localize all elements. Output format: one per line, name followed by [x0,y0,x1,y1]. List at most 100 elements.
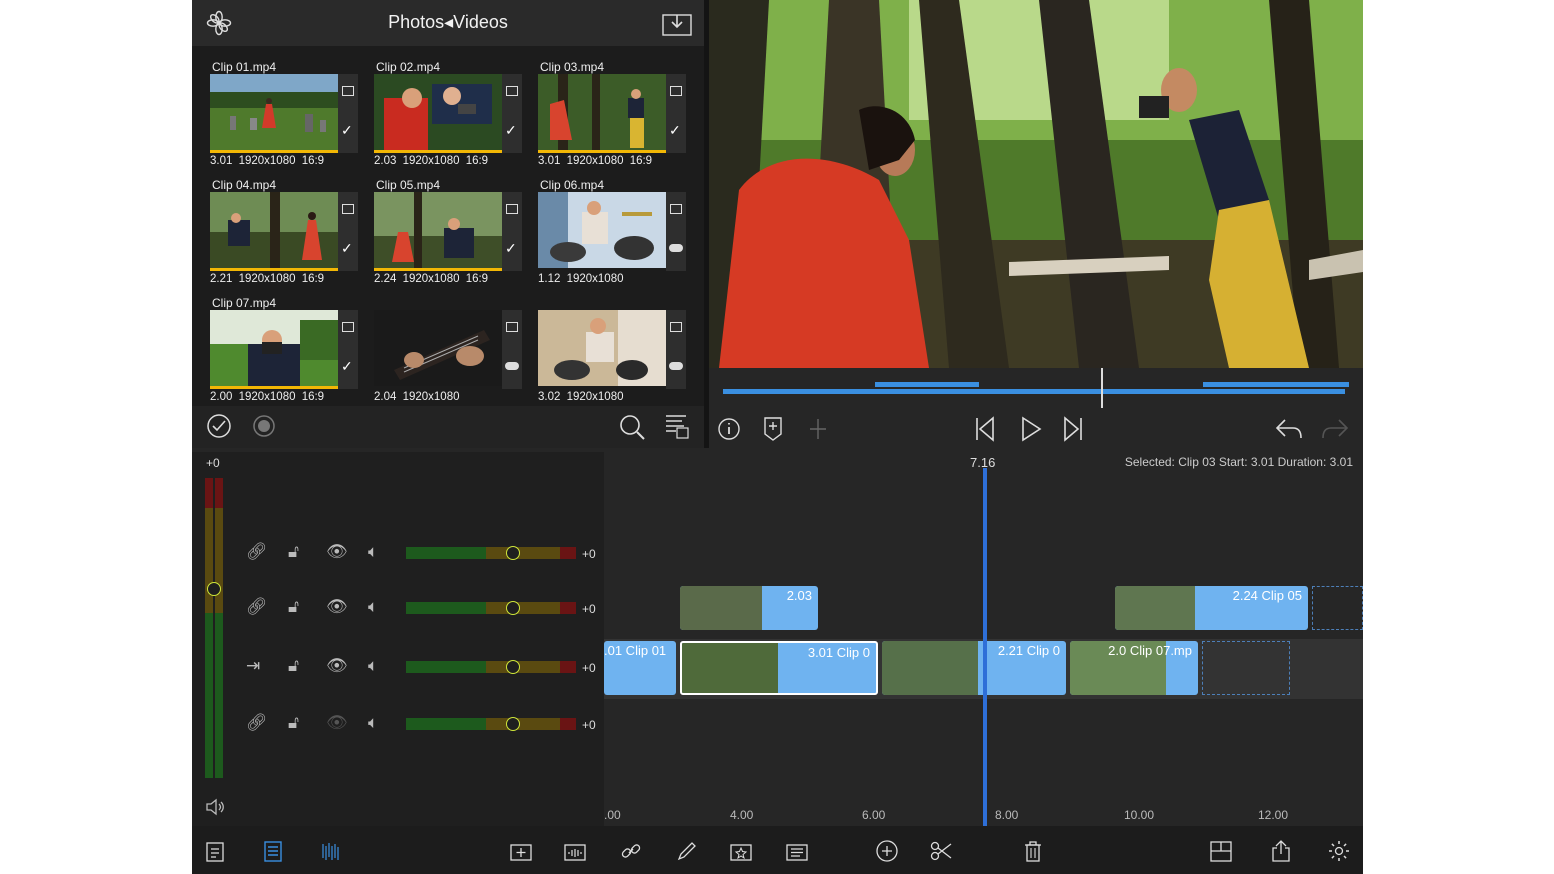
track-list-icon[interactable] [262,840,284,862]
add-circle-icon[interactable] [876,840,898,862]
clip-side-tab [502,310,522,389]
layout-icon[interactable] [1210,840,1232,862]
timeline-clip[interactable]: 2.0 Clip 07.mp [1070,641,1198,695]
fader-knob[interactable] [506,660,520,674]
link-icon[interactable]: 🔗︎ [246,542,268,562]
volume-fader[interactable] [406,601,576,615]
video-icon [506,322,518,332]
info-icon[interactable] [717,417,741,441]
clip-item[interactable]: Clip 07.mp4 ✓ 2.00 1920x1080 16:9 [206,292,358,404]
speaker-icon[interactable]: 🔈︎ [368,713,378,733]
search-icon[interactable] [618,413,646,441]
clip-meta: 3.01 1920x1080 16:9 [210,155,325,167]
scrub-playhead[interactable] [1101,368,1103,408]
link-icon[interactable]: 🔗︎ [246,597,268,617]
lock-icon[interactable]: 🔓︎ [288,597,299,617]
video-icon [342,86,354,96]
check-icon: ✓ [341,358,353,374]
clip-item[interactable]: Clip 01.mp4 ✓ 3.01 1920x1080 16:9 [206,56,358,168]
video-preview[interactable] [709,0,1363,368]
play-icon[interactable] [1019,416,1043,442]
speaker-icon[interactable] [204,796,226,818]
app: Photos◂Videos Clip 01.mp4 ✓ 3.01 1920x10… [192,0,1363,874]
pencil-icon[interactable] [676,840,698,862]
clip-meta: 2.24 1920x1080 16:9 [374,273,489,285]
fader-knob[interactable] [506,546,520,560]
clip-side-tab [666,192,686,271]
trash-icon[interactable] [1022,840,1044,862]
eye-icon[interactable]: 👁︎ [326,542,348,562]
share-icon[interactable] [1270,840,1292,862]
audio-clip-icon[interactable] [564,840,586,862]
clip-meta: 2.21 1920x1080 16:9 [210,273,325,285]
video-icon [670,204,682,214]
ruler-tick-label: 6.00 [862,808,886,822]
clip-side-tab: ✓ [338,192,358,271]
lock-icon[interactable]: 🔓︎ [288,542,299,562]
gear-icon[interactable] [1328,840,1350,862]
link-icon[interactable] [620,840,642,862]
text-clip-icon[interactable] [786,840,808,862]
skip-back-icon[interactable] [973,416,997,442]
fader-knob[interactable] [506,717,520,731]
select-all-icon[interactable] [206,413,232,439]
clip-thumbnail [210,74,338,153]
eye-icon[interactable]: 👁︎ [326,713,348,733]
record-icon[interactable] [252,414,276,438]
link-icon[interactable]: 🔗︎ [246,713,268,733]
volume-fader[interactable] [406,660,576,674]
fader-knob[interactable] [506,601,520,615]
volume-fader[interactable] [406,717,576,731]
timeline-clip[interactable]: 2.21 Clip 0 [882,641,1066,695]
arrow-right-bar-icon[interactable]: ⇥ [246,656,260,676]
track-row-2: 🔗︎ 🔓︎ 👁︎ 🔈︎ +0 [192,595,604,621]
volume-fader[interactable] [406,546,576,560]
timeline-clip[interactable]: .01 Clip 01 [604,641,676,695]
add-clip-icon[interactable] [510,840,532,862]
title-star-icon[interactable] [730,840,752,862]
lock-icon[interactable]: 🔓︎ [288,713,299,733]
add-marker-icon[interactable] [763,416,783,442]
sort-list-icon[interactable] [664,412,690,440]
timeline-clip-selected[interactable]: 3.01 Clip 0 [680,641,878,695]
clip-meta: 1.12 1920x1080 [538,273,624,285]
clip-item[interactable]: Clip 06.mp4 1.12 1920x1080 [534,174,686,286]
video-icon [342,322,354,332]
speaker-icon[interactable]: 🔈︎ [368,597,378,617]
ruler-tick-label: 12.00 [1258,808,1289,822]
clip-item[interactable]: Clip 02.mp4 ✓ 2.03 1920x1080 16:9 [370,56,522,168]
import-icon[interactable] [662,12,692,36]
clip-item[interactable]: Clip 04.mp4 ✓ 2.21 1920x1080 16:9 [206,174,358,286]
clip-item[interactable]: 3.02 1920x1080 [534,292,686,404]
check-icon: ✓ [341,122,353,138]
master-volume-knob[interactable] [207,582,221,596]
clip-thumbnail [538,310,666,386]
clip-item[interactable]: Clip 03.mp4 ✓ 3.01 1920x1080 16:9 [534,56,686,168]
clip-meta: 3.02 1920x1080 [538,391,624,403]
lock-icon[interactable]: 🔓︎ [288,656,299,676]
scrubber[interactable] [709,368,1363,410]
clip-item[interactable]: Clip 05.mp4 ✓ 2.24 1920x1080 16:9 [370,174,522,286]
clip-item[interactable]: 2.04 1920x1080 [370,292,522,404]
undo-icon[interactable] [1275,418,1303,440]
speaker-icon[interactable]: 🔈︎ [368,542,378,562]
skip-forward-icon[interactable] [1061,416,1085,442]
timeline-clip[interactable]: 2.24 Clip 05 [1115,586,1308,630]
browser-title[interactable]: Photos◂Videos [192,12,704,33]
speaker-icon[interactable]: 🔈︎ [368,656,378,676]
empty-clip-slot[interactable] [1312,586,1363,630]
clip-name: Clip 06.mp4 [540,178,605,192]
clip-label: 2.21 Clip 0 [997,643,1060,658]
clip-side-tab: ✓ [338,310,358,389]
waveform-icon[interactable] [320,840,342,862]
scissors-icon[interactable] [930,840,952,862]
timeline[interactable]: 7.16 Selected: Clip 03 Start: 3.01 Durat… [604,452,1363,827]
eye-icon[interactable]: 👁︎ [326,597,348,617]
empty-clip-slot[interactable] [1202,641,1290,695]
timeline-clip[interactable]: 2.03 [680,586,818,630]
clip-thumbnail [374,74,502,153]
project-icon[interactable] [204,840,226,862]
timeline-playhead[interactable] [983,468,987,826]
clip-side-tab: ✓ [502,74,522,153]
eye-icon[interactable]: 👁︎ [326,656,348,676]
